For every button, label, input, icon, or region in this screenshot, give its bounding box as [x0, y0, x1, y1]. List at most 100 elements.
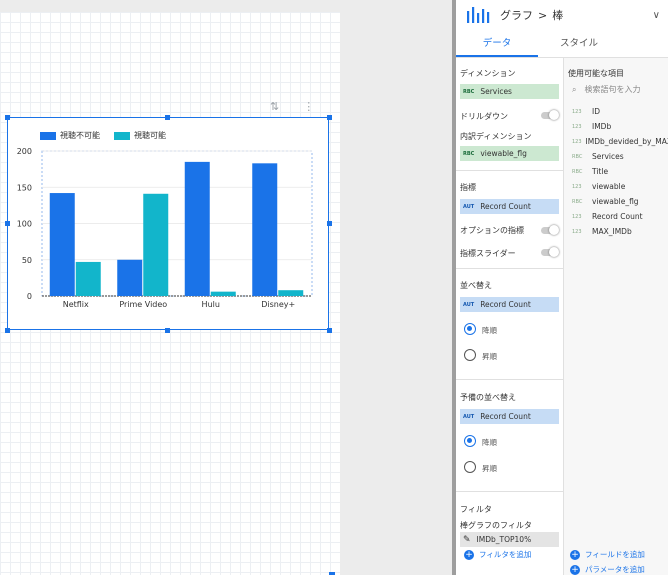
- field-type-tag: AUT: [463, 301, 475, 308]
- bar-1: [210, 291, 236, 296]
- dimension-value: Services: [480, 87, 512, 96]
- x-tick-label: Hulu: [202, 300, 220, 309]
- filter-title: フィルタ: [460, 505, 492, 514]
- optional-metric-toggle[interactable]: [541, 225, 559, 235]
- sort-desc-label: 降順: [482, 326, 497, 335]
- metric-chip[interactable]: AUT Record Count: [460, 199, 559, 214]
- x-tick-label: Disney+: [261, 300, 295, 309]
- x-tick-label: Prime Video: [119, 300, 167, 309]
- report-canvas-area: ⇅ ⋮ 視聴不可能 視聴可能 0 50 100 150 200 Netflix Prime …: [0, 0, 452, 575]
- field-type-tag: RBC: [572, 153, 583, 160]
- plus-icon: +: [570, 564, 580, 575]
- secondary-sort-value: Record Count: [480, 412, 531, 421]
- filter-chip[interactable]: ✎ IMDb_TOP10%: [460, 532, 559, 547]
- sort-asc-radio[interactable]: [464, 349, 476, 361]
- field-name: viewable_flg: [592, 197, 639, 206]
- y-tick-label: 50: [22, 256, 32, 265]
- field-type-tag: RBC: [572, 168, 583, 175]
- pencil-icon[interactable]: ✎: [463, 535, 471, 545]
- metric-title: 指標: [460, 183, 476, 192]
- bar-chart-plot: 0 50 100 150 200 Netflix Prime Video Hulu Disney…: [17, 147, 313, 309]
- field-item[interactable]: RBC Services: [564, 149, 668, 164]
- sort-value: Record Count: [480, 300, 531, 309]
- field-type-tag: AUT: [463, 413, 475, 420]
- field-name: MAX_IMDb: [592, 227, 632, 236]
- field-type-tag: 123: [572, 228, 582, 235]
- field-item[interactable]: RBC Title: [564, 164, 668, 179]
- sort-title: 並べ替え: [460, 281, 492, 290]
- breadcrumb-separator: >: [538, 8, 548, 22]
- field-name: Title: [592, 167, 609, 176]
- field-item[interactable]: 123 Record Count: [564, 209, 668, 224]
- search-icon: ⌕: [572, 84, 577, 94]
- add-field-link[interactable]: + フィールドを追加: [570, 549, 645, 560]
- field-name: Services: [592, 152, 624, 161]
- y-tick-label: 0: [27, 292, 32, 301]
- bar-0: [117, 259, 143, 296]
- metric-value: Record Count: [480, 202, 531, 211]
- plus-icon: +: [464, 549, 474, 560]
- tab-style[interactable]: スタイル: [538, 30, 620, 57]
- breakdown-value: viewable_flg: [480, 149, 527, 158]
- add-filter-label: フィルタを追加: [479, 550, 532, 559]
- field-type-tag: 123: [572, 123, 582, 130]
- breadcrumb-chart-type[interactable]: 棒: [552, 7, 563, 23]
- breadcrumb-chart[interactable]: グラフ: [500, 7, 533, 23]
- filter-value: IMDb_TOP10%: [476, 535, 532, 544]
- field-type-tag: 123: [572, 213, 582, 220]
- secondary-asc-radio[interactable]: [464, 461, 476, 473]
- sort-chip[interactable]: AUT Record Count: [460, 297, 559, 312]
- field-search[interactable]: ⌕ 検索語句を入力: [564, 84, 668, 95]
- sort-desc-radio[interactable]: [464, 323, 476, 335]
- secondary-sort-chip[interactable]: AUT Record Count: [460, 409, 559, 424]
- bar-1: [278, 290, 304, 296]
- field-type-tag: RBC: [572, 198, 583, 205]
- dimension-chip[interactable]: RBC Services: [460, 84, 559, 99]
- data-settings-column: ディメンション RBC Services ドリルダウン 内訳ディメンション RB…: [456, 58, 564, 575]
- breakdown-chip[interactable]: RBC viewable_flg: [460, 146, 559, 161]
- sort-asc-label: 昇順: [482, 352, 497, 361]
- tab-data[interactable]: データ: [456, 30, 538, 57]
- bar-chart-icon: [466, 5, 492, 26]
- secondary-desc-label: 降順: [482, 438, 497, 447]
- panel-header: グラフ > 棒 ∨: [456, 0, 668, 30]
- secondary-sort-title: 予備の並べ替え: [460, 393, 516, 402]
- y-tick-label: 100: [17, 220, 32, 229]
- bar-1: [75, 261, 101, 296]
- field-type-tag: 123: [572, 138, 582, 145]
- add-parameter-label: パラメータを追加: [585, 565, 645, 574]
- field-name: ID: [592, 107, 600, 116]
- add-field-label: フィールドを追加: [585, 550, 645, 559]
- available-fields-title: 使用可能な項目: [568, 69, 624, 78]
- field-type-tag: RBC: [463, 88, 475, 95]
- field-item[interactable]: 123 IMDb: [564, 119, 668, 134]
- y-tick-label: 150: [17, 183, 32, 192]
- bar-0: [49, 193, 75, 296]
- dimension-title: ディメンション: [460, 69, 516, 78]
- bar-1: [143, 193, 169, 296]
- field-type-tag: RBC: [463, 150, 475, 157]
- panel-tabs: データ スタイル: [456, 30, 668, 58]
- bar-0: [252, 163, 278, 296]
- breakdown-title: 内訳ディメンション: [460, 132, 532, 141]
- metric-slider-toggle[interactable]: [541, 247, 559, 257]
- field-item[interactable]: 123 IMDb_devided_by_MAX: [564, 134, 668, 149]
- bar-0: [184, 161, 210, 296]
- search-input[interactable]: 検索語句を入力: [584, 84, 640, 95]
- field-name: Record Count: [592, 212, 643, 221]
- y-tick-label: 200: [17, 147, 32, 156]
- field-item[interactable]: 123 ID: [564, 104, 668, 119]
- add-parameter-link[interactable]: + パラメータを追加: [570, 564, 645, 575]
- secondary-desc-radio[interactable]: [464, 435, 476, 447]
- field-type-tag: AUT: [463, 203, 475, 210]
- field-name: IMDb: [592, 122, 612, 131]
- add-filter-link[interactable]: + フィルタを追加: [464, 549, 531, 560]
- drilldown-toggle[interactable]: [541, 110, 559, 120]
- chevron-down-icon[interactable]: ∨: [653, 10, 660, 21]
- field-type-tag: 123: [572, 183, 582, 190]
- field-item[interactable]: 123 viewable: [564, 179, 668, 194]
- field-item[interactable]: 123 MAX_IMDb: [564, 224, 668, 239]
- field-name: IMDb_devided_by_MAX: [585, 137, 668, 146]
- field-item[interactable]: RBC viewable_flg: [564, 194, 668, 209]
- x-tick-label: Netflix: [63, 300, 89, 309]
